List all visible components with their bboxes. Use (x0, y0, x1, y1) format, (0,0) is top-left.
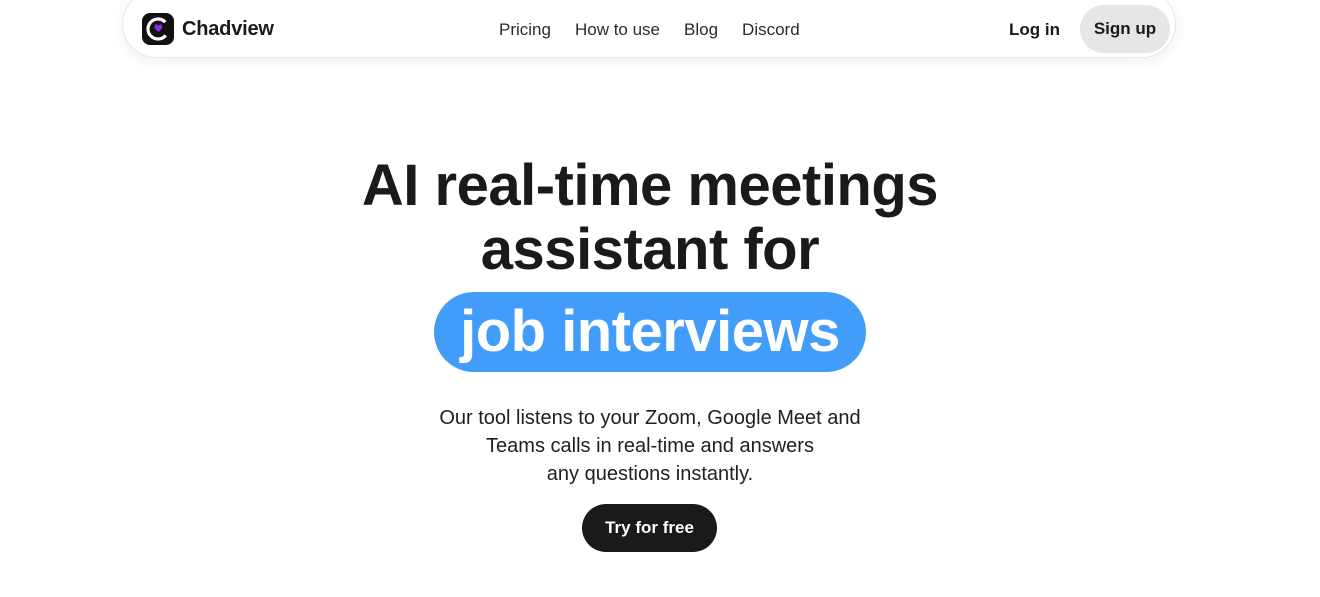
nav-how-to-use[interactable]: How to use (575, 20, 660, 40)
hero-subtitle: Our tool listens to your Zoom, Google Me… (0, 404, 1300, 488)
login-link[interactable]: Log in (1009, 20, 1060, 40)
nav-blog[interactable]: Blog (684, 20, 718, 40)
hero-subtitle-line-3: any questions instantly. (546, 463, 754, 485)
nav-discord[interactable]: Discord (742, 20, 800, 40)
hero-subtitle-line-2: Teams calls in real-time and answers (486, 435, 814, 457)
top-navbar: Chadview Pricing How to use Blog Discord… (122, 0, 1176, 58)
chadview-logo-icon (142, 13, 174, 45)
hero-subtitle-line-1: Our tool listens to your Zoom, Google Me… (439, 407, 861, 429)
signup-button[interactable]: Sign up (1080, 5, 1170, 53)
brand-link[interactable]: Chadview (142, 13, 274, 45)
try-for-free-button[interactable]: Try for free (582, 504, 717, 552)
hero-highlight-row: job interviews (0, 292, 1300, 372)
hero-highlight-pill: job interviews (434, 292, 866, 372)
main-nav: Pricing How to use Blog Discord (499, 20, 800, 40)
brand-name: Chadview (182, 17, 274, 40)
hero-title-line-2: assistant for (480, 217, 820, 282)
nav-pricing[interactable]: Pricing (499, 20, 551, 40)
hero-title: AI real-time meetings assistant for (0, 154, 1300, 282)
hero-title-line-1: AI real-time meetings (361, 153, 939, 218)
